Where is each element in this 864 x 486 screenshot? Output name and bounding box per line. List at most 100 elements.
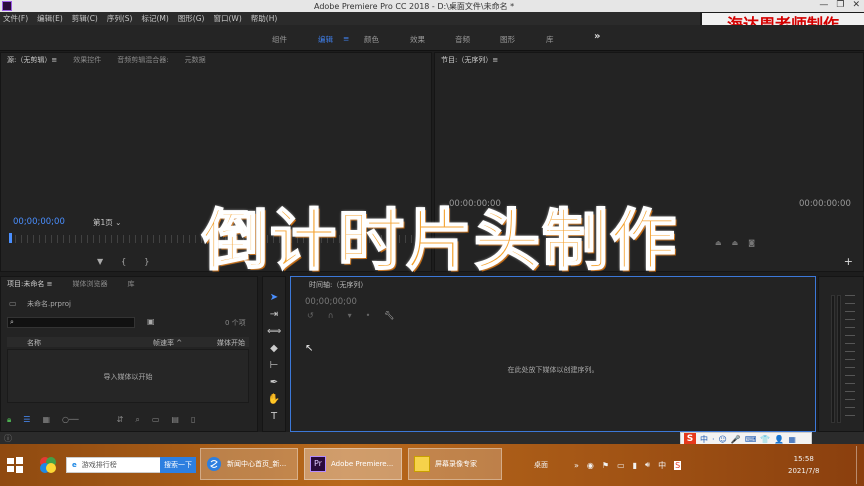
ime-mode-label[interactable]: 中: [700, 434, 708, 445]
column-media-start[interactable]: 媒体开始: [217, 338, 245, 348]
find-icon[interactable]: ⌕: [135, 415, 139, 425]
list-view-icon[interactable]: ☰: [23, 415, 30, 425]
tab-metadata[interactable]: 元数据: [185, 55, 206, 65]
icon-view-icon[interactable]: ▦: [42, 415, 50, 425]
camera-icon[interactable]: ◙: [748, 239, 755, 247]
tray-volume-icon[interactable]: 🔊︎: [645, 460, 650, 470]
menu-file[interactable]: 文件(F): [3, 13, 28, 24]
workspace-audio[interactable]: 音频: [455, 34, 470, 45]
menu-marker[interactable]: 标记(M): [141, 13, 168, 24]
status-icon: ⓘ: [4, 434, 12, 443]
minimize-button[interactable]: —: [819, 0, 828, 10]
workspace-assembly[interactable]: 组件: [272, 34, 287, 45]
tab-media-browser[interactable]: 媒体浏览器: [72, 279, 107, 289]
ime-emoji-icon[interactable]: ☺: [719, 435, 727, 444]
column-frame-rate[interactable]: 帧速率 ^: [153, 338, 182, 348]
tray-camera-icon[interactable]: ◉: [587, 461, 594, 470]
tray-network-icon[interactable]: ▮: [633, 461, 637, 470]
in-point-icon[interactable]: {: [121, 257, 126, 266]
browser-search-input[interactable]: e 游戏排行榜: [66, 457, 162, 473]
automate-icon[interactable]: ⇵: [117, 415, 124, 425]
add-marker-icon[interactable]: ▾: [348, 311, 352, 320]
workspace-menu-icon[interactable]: ≡: [343, 34, 349, 43]
ime-skin-icon[interactable]: 👕: [760, 435, 770, 444]
sogou-browser-icon: [207, 457, 221, 471]
type-tool-icon[interactable]: T: [267, 410, 281, 424]
menu-sequence[interactable]: 序列(S): [107, 13, 133, 24]
menu-help[interactable]: 帮助(H): [251, 13, 278, 24]
selection-tool-icon[interactable]: ➤: [267, 291, 281, 305]
ripple-edit-tool-icon[interactable]: ⟺: [267, 325, 281, 339]
taskbar-button-recorder[interactable]: 屏幕录像专家: [408, 448, 502, 480]
out-point-icon[interactable]: }: [144, 257, 149, 266]
tab-program[interactable]: 节目:（无序列）≡: [441, 55, 498, 65]
new-bin-icon[interactable]: ▣: [147, 317, 155, 326]
extract-icon[interactable]: ⏏: [732, 239, 739, 247]
tray-expand-icon[interactable]: »: [574, 461, 579, 470]
snap-icon[interactable]: ↺: [307, 311, 314, 320]
tab-libraries[interactable]: 库: [127, 279, 134, 289]
taskbar-button-premiere[interactable]: Pr Adobe Premiere...: [304, 448, 402, 480]
add-button-icon[interactable]: +: [844, 255, 853, 268]
start-button[interactable]: [6, 448, 24, 482]
show-desktop-button[interactable]: [856, 446, 864, 484]
lock-icon[interactable]: 🔒︎: [7, 415, 11, 425]
tab-effect-controls[interactable]: 效果控件: [73, 55, 101, 65]
pen-tool-icon[interactable]: ✒: [267, 376, 281, 390]
page-select[interactable]: 第1页 ⌄: [93, 217, 121, 228]
tray-ime-lang-icon[interactable]: 中: [658, 460, 666, 471]
slip-tool-icon[interactable]: ⊢: [267, 359, 281, 373]
source-playhead[interactable]: [9, 233, 12, 243]
ime-user-icon[interactable]: 👤: [774, 435, 784, 444]
menu-window[interactable]: 窗口(W): [213, 13, 241, 24]
ime-voice-icon[interactable]: 🎤: [731, 435, 741, 444]
menu-edit[interactable]: 编辑(E): [37, 13, 63, 24]
hand-tool-icon[interactable]: ✋: [267, 393, 281, 407]
tab-source[interactable]: 源:（无剪辑）≡: [7, 55, 57, 65]
maximize-button[interactable]: ❐: [836, 0, 844, 10]
tab-project[interactable]: 项目:未命名 ≡: [7, 279, 52, 289]
tray-flag-icon[interactable]: ⚑: [602, 461, 609, 470]
workspace-libraries[interactable]: 库: [546, 34, 554, 45]
settings-wrench-icon[interactable]: 🔧︎: [384, 311, 394, 320]
desktop-toolbar-label[interactable]: 桌面: [534, 448, 548, 482]
trash-icon[interactable]: ▯: [191, 415, 195, 425]
marker-dot-icon[interactable]: •: [366, 311, 371, 320]
timeline-timecode[interactable]: 00;00;00;00: [305, 297, 357, 307]
ime-keyboard-icon[interactable]: ⌨: [745, 435, 757, 444]
create-sequence-hint[interactable]: 在此处放下媒体以创建序列。: [291, 365, 815, 375]
zoom-slider[interactable]: ○──: [62, 415, 79, 425]
tab-audio-clip-mixer[interactable]: 音频剪辑混合器:: [117, 55, 168, 65]
project-drop-zone[interactable]: 导入媒体以开始: [7, 349, 249, 403]
workspace-editing[interactable]: 编辑: [318, 34, 333, 45]
source-timecode[interactable]: 00;00;00;00: [13, 217, 65, 227]
folder-icon: ▭: [9, 299, 17, 308]
new-item-icon[interactable]: ▤: [171, 415, 179, 425]
ime-toolbox-icon[interactable]: ▦: [788, 435, 796, 444]
marker-icon[interactable]: ▼: [97, 257, 103, 266]
program-transport: ⏏ ⏏ ◙: [715, 239, 755, 247]
more-workspaces-icon[interactable]: »: [594, 31, 600, 42]
taskbar-button-news[interactable]: 新闻中心首页_新...: [200, 448, 298, 480]
workspace-color[interactable]: 颜色: [364, 34, 379, 45]
column-name[interactable]: 名称: [27, 338, 41, 348]
new-bin-footer-icon[interactable]: ▭: [152, 415, 160, 425]
menu-bar: 文件(F) 编辑(E) 剪辑(C) 序列(S) 标记(M) 图形(G) 窗口(W…: [0, 12, 700, 25]
workspace-graphics[interactable]: 图形: [500, 34, 515, 45]
tray-monitor-icon[interactable]: ▭: [617, 461, 625, 470]
color-app-icon[interactable]: [38, 448, 58, 482]
razor-tool-icon[interactable]: ◆: [267, 342, 281, 356]
menu-clip[interactable]: 剪辑(C): [72, 13, 98, 24]
tray-sogou-icon[interactable]: S: [674, 460, 682, 470]
workspace-effects[interactable]: 效果: [410, 34, 425, 45]
page-select-label: 第1页: [93, 218, 113, 227]
linked-select-icon[interactable]: ∩: [328, 311, 334, 320]
project-search-input[interactable]: ⌕: [7, 317, 135, 328]
menu-graphics[interactable]: 图形(G): [178, 13, 205, 24]
close-button[interactable]: ✕: [852, 0, 860, 10]
browser-search-button[interactable]: 搜索一下: [160, 457, 196, 473]
track-select-tool-icon[interactable]: ⇥: [267, 308, 281, 322]
ime-punctuation-icon[interactable]: ·: [712, 435, 715, 444]
system-clock[interactable]: 15:58 2021/7/8: [788, 448, 819, 482]
import-media-hint: 导入媒体以开始: [103, 373, 153, 381]
